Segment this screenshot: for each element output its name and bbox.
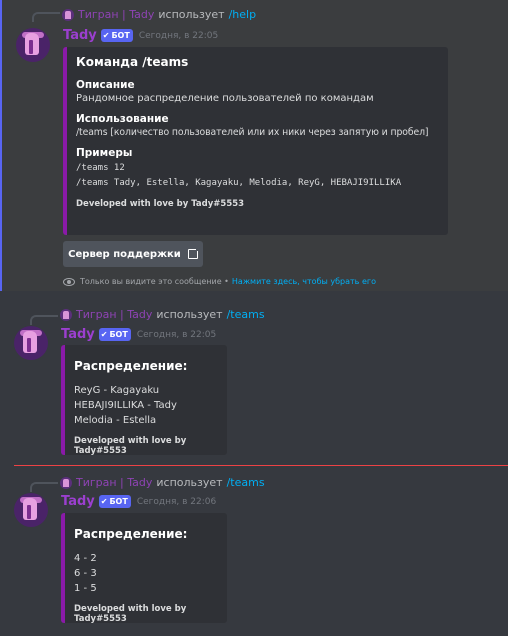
- field-value: /teams [количество пользователей или их …: [76, 127, 429, 138]
- embed: Команда /teams Описание Рандомное распре…: [63, 47, 448, 235]
- verified-check-icon: ✔: [100, 497, 108, 506]
- reply-preview[interactable]: Тигран | Tady использует /teams: [60, 308, 265, 322]
- field-name: Использование: [76, 113, 169, 125]
- author-name[interactable]: Tady: [61, 494, 95, 509]
- description-line: Melodia - Estella: [74, 415, 157, 426]
- avatar[interactable]: [14, 326, 48, 360]
- ephemeral-notice: Только вы видите это сообщение • Нажмите…: [63, 277, 376, 286]
- reply-uses-text: использует: [156, 308, 223, 321]
- bot-badge-label: БОТ: [111, 31, 130, 40]
- message-teams-2: Тигран | Tady использует /teams Tady ✔ БО…: [0, 466, 508, 636]
- external-link-icon: [187, 247, 200, 259]
- code-line: /teams 12: [76, 163, 125, 173]
- description-line: 1 - 5: [74, 583, 97, 594]
- support-server-label: Сервер поддержки: [68, 248, 181, 260]
- embed: Распределение: ReyG - Kagayaku HEBAJI9IL…: [61, 345, 227, 456]
- description-line: 4 - 2: [74, 553, 97, 564]
- bot-badge: ✔ БОТ: [98, 328, 131, 341]
- message-header: Tady ✔ БОТ Сегодня, в 22:05: [63, 28, 218, 43]
- reply-avatar: [60, 477, 72, 489]
- reply-uses-text: использует: [156, 476, 223, 489]
- field-value: Рандомное распределение пользователей по…: [76, 93, 374, 104]
- avatar[interactable]: [14, 493, 48, 527]
- bot-badge-label: БОТ: [109, 497, 128, 506]
- ephemeral-text: Только вы видите это сообщение •: [80, 277, 229, 286]
- verified-check-icon: ✔: [102, 31, 110, 40]
- bot-badge-label: БОТ: [109, 330, 128, 339]
- embed-title: Команда /teams: [76, 55, 189, 69]
- description-line: HEBAJI9ILLIKA - Tady: [74, 400, 177, 411]
- message-help: Тигран | Tady использует /help Tady ✔ БОТ…: [0, 0, 508, 291]
- reply-avatar: [60, 309, 72, 321]
- author-name[interactable]: Tady: [63, 28, 97, 43]
- reply-username[interactable]: Тигран | Tady: [78, 8, 154, 22]
- reply-command[interactable]: /teams: [227, 476, 265, 490]
- reply-connector: [32, 12, 60, 22]
- field-name: Описание: [76, 79, 135, 91]
- reply-username[interactable]: Тигран | Tady: [76, 476, 152, 490]
- support-server-button[interactable]: Сервер поддержки: [63, 241, 203, 267]
- reply-uses-text: использует: [158, 8, 225, 21]
- embed-title: Распределение:: [74, 527, 188, 541]
- embed-footer: Developed with love by Tady#5553: [76, 199, 245, 209]
- description-line: ReyG - Kagayaku: [74, 385, 160, 396]
- eye-icon: [63, 277, 75, 286]
- reply-connector: [30, 315, 58, 325]
- timestamp: Сегодня, в 22:06: [136, 496, 217, 507]
- embed-footer: Developed with love by Tady#5553: [74, 436, 187, 456]
- description-line: 6 - 3: [74, 568, 97, 579]
- verified-check-icon: ✔: [100, 330, 108, 339]
- reply-connector: [30, 482, 58, 492]
- bot-badge: ✔ БОТ: [98, 495, 131, 508]
- message-header: Tady ✔ БОТ Сегодня, в 22:05: [61, 327, 216, 342]
- dismiss-link[interactable]: Нажмите здесь, чтобы убрать его: [232, 277, 376, 286]
- reply-command[interactable]: /help: [229, 8, 256, 22]
- embed-title: Распределение:: [74, 359, 188, 373]
- bot-badge: ✔ БОТ: [100, 29, 133, 42]
- avatar[interactable]: [16, 28, 50, 62]
- reply-command[interactable]: /teams: [227, 308, 265, 322]
- message-header: Tady ✔ БОТ Сегодня, в 22:06: [61, 494, 216, 509]
- author-name[interactable]: Tady: [61, 327, 95, 342]
- embed: Распределение: 4 - 2 6 - 3 1 - 5 Develop…: [61, 513, 227, 624]
- code-line: /teams Tady, Estella, Kagayaku, Melodia,…: [76, 178, 402, 188]
- timestamp: Сегодня, в 22:05: [138, 30, 219, 41]
- reply-preview[interactable]: Тигран | Tady использует /teams: [60, 476, 265, 490]
- reply-preview[interactable]: Тигран | Tady использует /help: [62, 8, 256, 22]
- field-name: Примеры: [76, 147, 133, 159]
- reply-avatar: [62, 9, 74, 21]
- timestamp: Сегодня, в 22:05: [136, 329, 217, 340]
- embed-footer: Developed with love by Tady#5553: [74, 604, 187, 624]
- message-teams-1: Тигран | Tady использует /teams Tady ✔ БО…: [0, 291, 508, 465]
- reply-username[interactable]: Тигран | Tady: [76, 308, 152, 322]
